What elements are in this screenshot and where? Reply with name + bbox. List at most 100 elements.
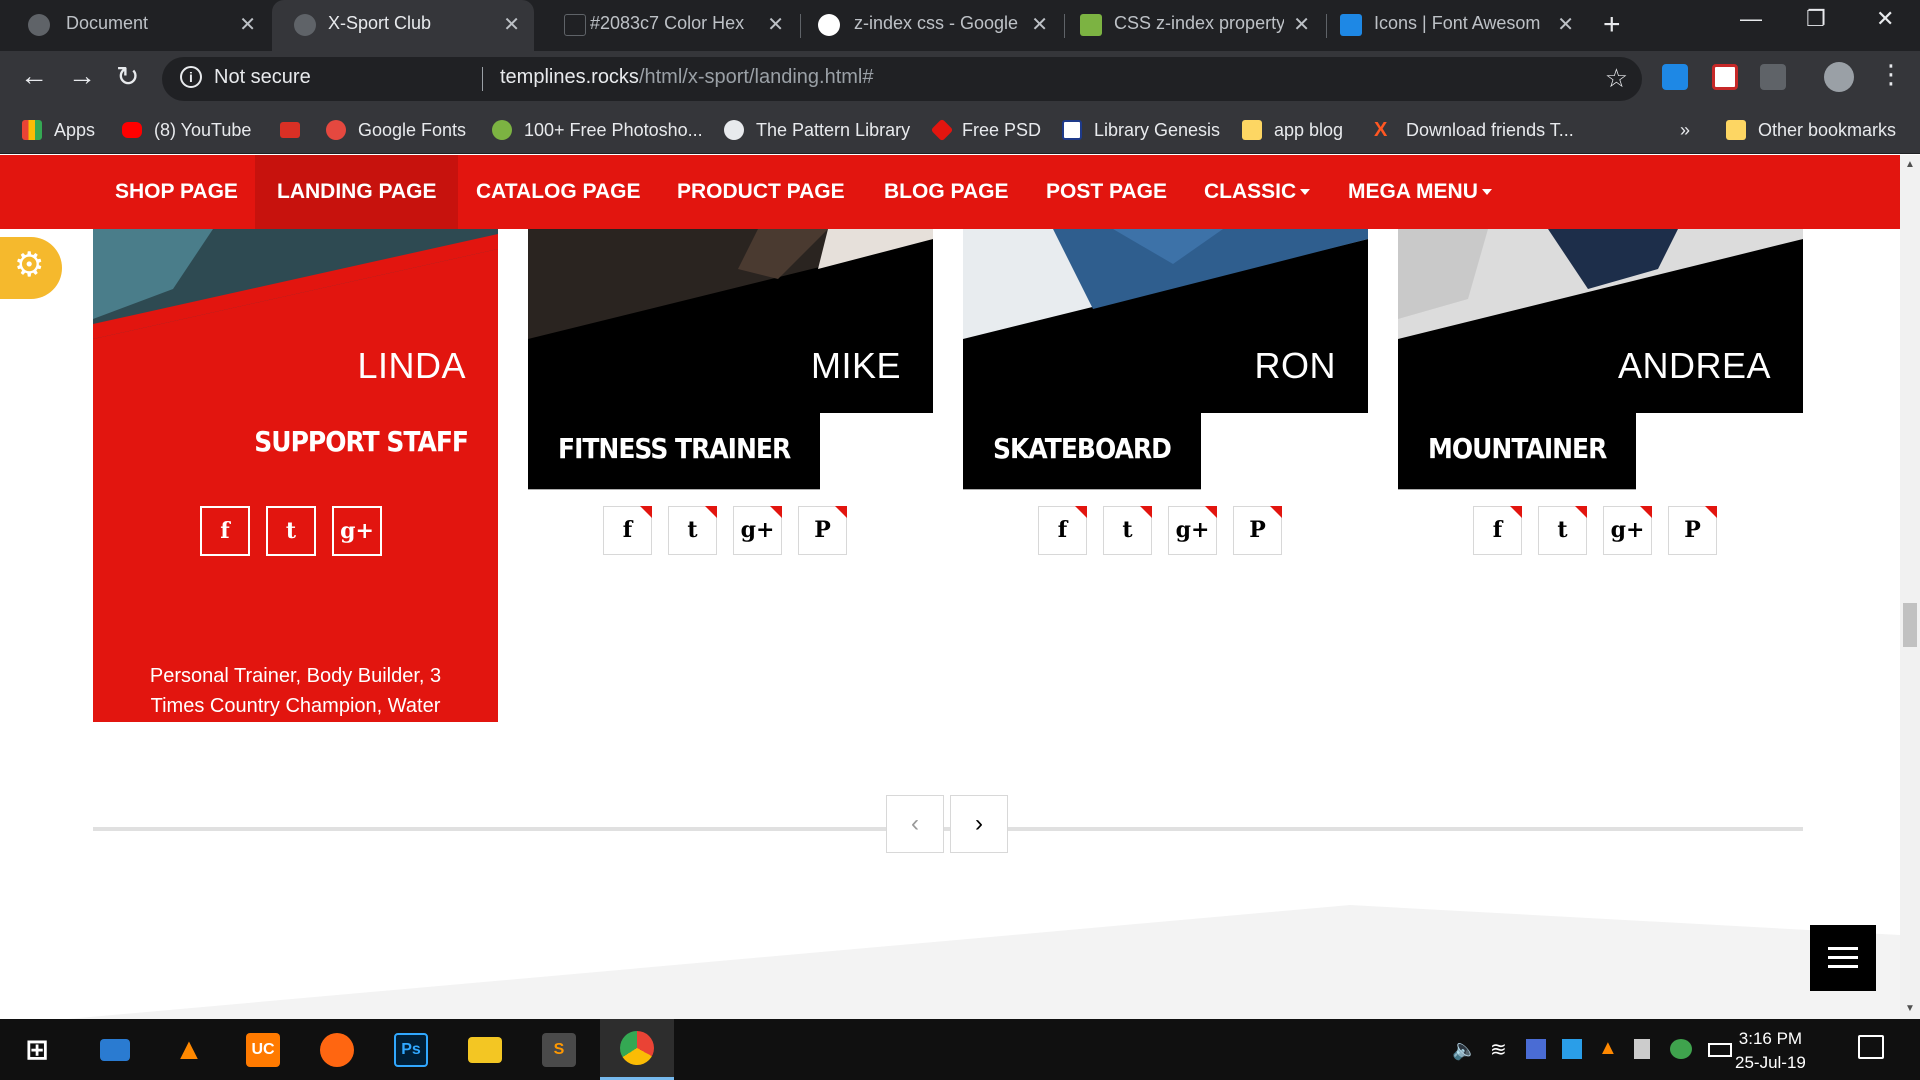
bookmarks-overflow[interactable]: » [1680,114,1690,146]
prev-button[interactable]: ‹ [886,795,944,853]
nav-catalog-page[interactable]: CATALOG PAGE [454,155,663,229]
member-role: SUPPORT STAFF [254,425,469,458]
twitter-icon[interactable]: t [266,506,316,556]
nav-shop-page[interactable]: SHOP PAGE [93,155,260,229]
next-button[interactable]: › [950,795,1008,853]
nav-landing-page[interactable]: LANDING PAGE [255,155,459,229]
close-icon[interactable]: ✕ [1557,12,1574,37]
close-icon[interactable]: ✕ [1293,12,1310,37]
close-icon[interactable]: ✕ [239,12,256,37]
photoshop-icon[interactable]: Ps [374,1019,448,1080]
youtube-icon [122,122,142,138]
nav-mega-menu[interactable]: MEGA MENU [1326,155,1514,229]
sublime-icon[interactable]: S [522,1019,596,1080]
tab-color-hex[interactable]: #2083c7 Color Hex ✕ [536,0,798,51]
extension-pen-icon[interactable] [1760,64,1786,90]
nav-product-page[interactable]: PRODUCT PAGE [655,155,867,229]
nav-post-page[interactable]: POST PAGE [1024,155,1189,229]
url-text[interactable]: templines.rocks/html/x-sport/landing.htm… [500,66,873,89]
tab-w3schools[interactable]: CSS z-index property ✕ [1066,0,1324,51]
this-pc-icon[interactable] [78,1019,152,1080]
carousel-divider [93,827,1803,831]
star-icon[interactable]: ☆ [1605,63,1628,94]
google-plus-icon[interactable]: g+ [332,506,382,556]
google-plus-icon[interactable]: g+ [1603,506,1652,555]
twitter-icon[interactable]: t [668,506,717,555]
tab-x-sport-club[interactable]: X-Sport Club ✕ [272,0,534,51]
extension-s-icon[interactable] [1662,64,1688,90]
extension-pocket-icon[interactable] [1712,64,1738,90]
team-card-featured: LINDA SUPPORT STAFF f t g+ Personal Trai… [93,229,498,747]
uc-browser-icon[interactable]: UC [226,1019,300,1080]
pinterest-icon[interactable]: P [1233,506,1282,555]
file-explorer-icon[interactable] [448,1019,522,1080]
windows-start-icon[interactable]: ⊞ [0,1019,74,1080]
bookmark-google-fonts[interactable]: Google Fonts [326,114,466,146]
bookmark-library-genesis[interactable]: Library Genesis [1062,114,1220,146]
menu-dots-icon[interactable]: ⋮ [1878,59,1904,90]
tray-app-icon[interactable] [1562,1039,1582,1059]
reload-button[interactable]: ↻ [116,60,139,93]
pinterest-icon[interactable]: P [1668,506,1717,555]
tab-separator [1064,14,1065,38]
vlc-tray-icon[interactable]: ▲ [1598,1037,1618,1060]
tab-document[interactable]: Document ✕ [0,0,270,51]
close-icon[interactable]: ✕ [1031,12,1048,37]
battery-icon[interactable] [1708,1043,1732,1057]
tab-google-search[interactable]: z-index css - Google ✕ [802,0,1062,51]
nav-blog-page[interactable]: BLOG PAGE [862,155,1030,229]
bookmark-free-psd[interactable]: Free PSD [930,114,1041,146]
firefox-icon[interactable] [300,1019,374,1080]
facebook-icon[interactable]: f [603,506,652,555]
vlc-icon[interactable]: ▲ [152,1019,226,1080]
hamburger-icon [1828,947,1858,950]
printer-icon[interactable] [1634,1039,1650,1059]
bookmark-photoshop-free[interactable]: 100+ Free Photosho... [492,114,703,146]
tab-separator [800,14,801,38]
back-button[interactable]: ← [20,60,48,92]
restore-button[interactable]: ❐ [1806,6,1826,32]
scroll-down-arrow-icon[interactable]: ▼ [1905,1003,1915,1014]
google-plus-icon[interactable]: g+ [733,506,782,555]
close-icon[interactable]: ✕ [767,12,784,37]
notification-center-icon[interactable] [1858,1035,1884,1059]
wifi-icon[interactable]: ≋ [1490,1037,1507,1062]
minimize-button[interactable]: — [1740,6,1762,32]
close-window-button[interactable]: ✕ [1876,6,1894,32]
gear-icon: ⚙ [14,246,45,284]
bookmark-pattern-library[interactable]: The Pattern Library [724,114,910,146]
facebook-icon[interactable]: f [1038,506,1087,555]
twitter-icon[interactable]: t [1103,506,1152,555]
close-icon[interactable]: ✕ [503,12,520,37]
tab-font-awesome[interactable]: Icons | Font Awesom ✕ [1328,0,1588,51]
scroll-up-arrow-icon[interactable]: ▲ [1905,159,1915,170]
page-scrollbar[interactable]: ▲ ▼ [1900,155,1920,1019]
clock-time: 3:16 PM [1738,1029,1803,1048]
bookmark-download-friends[interactable]: X Download friends T... [1374,114,1574,146]
bookmark-youtube[interactable]: (8) YouTube [122,114,251,146]
system-clock[interactable]: 3:16 PM 25-Jul-19 [1735,1027,1806,1075]
facebook-icon[interactable]: f [200,506,250,556]
bookmark-app-blog[interactable]: app blog [1242,114,1343,146]
google-plus-icon[interactable]: g+ [1168,506,1217,555]
hamburger-menu-button[interactable] [1810,925,1876,991]
profile-avatar[interactable] [1824,62,1854,92]
chrome-icon[interactable] [600,1019,674,1080]
bookmark-gmail[interactable] [280,114,312,146]
nav-classic[interactable]: CLASSIC [1182,155,1332,229]
forward-button[interactable]: → [68,60,96,92]
new-tab-button[interactable]: + [1603,8,1621,42]
scrollbar-thumb[interactable] [1903,603,1917,647]
bookmark-other[interactable]: Other bookmarks [1726,114,1896,146]
info-icon[interactable]: i [180,66,202,88]
settings-gear-button[interactable]: ⚙ [0,237,62,299]
twitter-icon[interactable]: t [1538,506,1587,555]
bookmark-apps[interactable]: Apps [22,114,95,146]
caret-down-icon [1481,189,1492,196]
volume-icon[interactable]: 🔈 [1452,1037,1477,1062]
address-bar[interactable]: i Not secure templines.rocks/html/x-spor… [162,57,1642,101]
facebook-icon[interactable]: f [1473,506,1522,555]
pinterest-icon[interactable]: P [798,506,847,555]
tray-app-icon[interactable] [1526,1039,1546,1059]
network-globe-icon[interactable] [1670,1039,1692,1059]
